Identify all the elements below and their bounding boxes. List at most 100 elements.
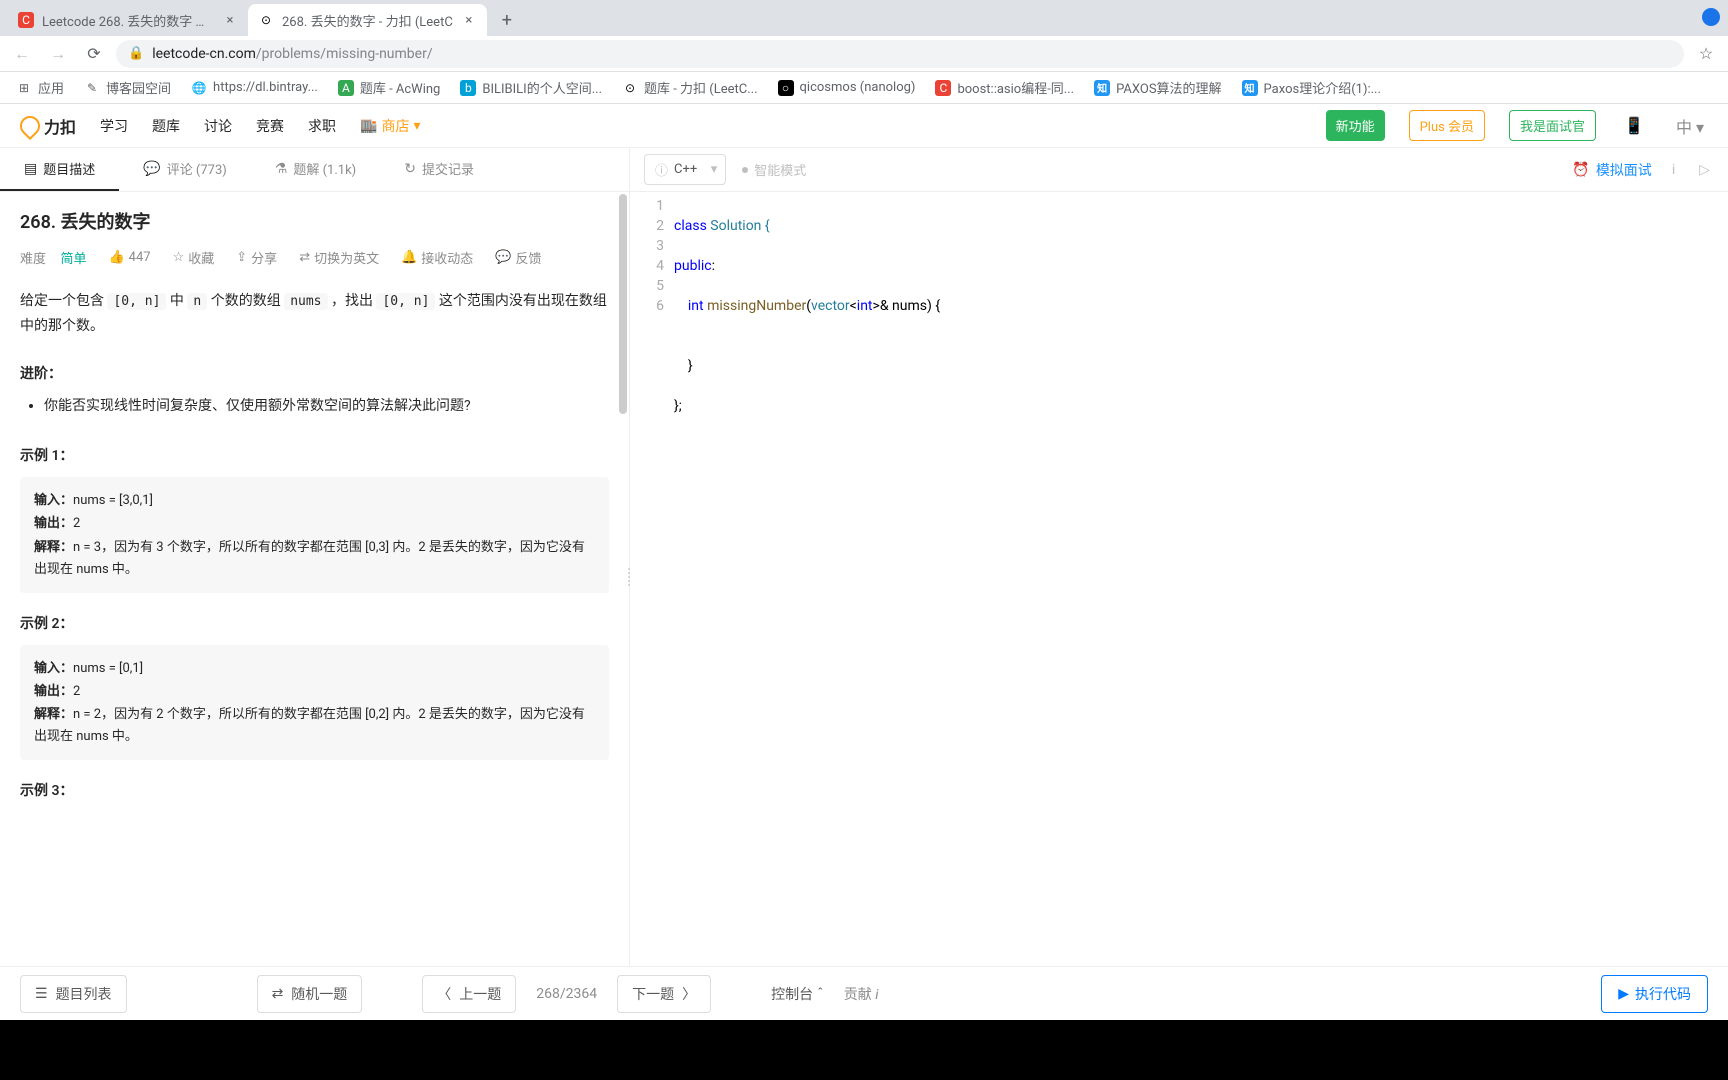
problem-pane: ▤题目描述 💬评论 (773) ⚗题解 (1.1k) ↻提交记录 268. 丢失… xyxy=(0,148,630,966)
new-feature-badge[interactable]: 新功能 xyxy=(1326,110,1385,141)
url-path: /problems/missing-number/ xyxy=(256,46,433,62)
play-icon[interactable]: ▷ xyxy=(1695,158,1714,182)
example-block: 输入：nums = [0,1] 输出：2 解释：n = 2，因为有 2 个数字，… xyxy=(20,645,609,760)
difficulty: 难度 简单 xyxy=(20,248,86,267)
console-toggle[interactable]: 控制台 ˆ xyxy=(771,984,824,1004)
thumbs-up-icon: 👍 xyxy=(108,250,124,265)
site-icon: ⊙ xyxy=(622,80,638,96)
scrollbar[interactable] xyxy=(619,194,627,414)
random-button[interactable]: ⇄随机一题 xyxy=(257,975,363,1013)
info-icon: i xyxy=(875,987,878,1003)
problem-tabs: ▤题目描述 💬评论 (773) ⚗题解 (1.1k) ↻提交记录 xyxy=(0,148,629,192)
back-button[interactable]: ← xyxy=(8,40,36,68)
tab-description[interactable]: ▤题目描述 xyxy=(0,148,119,191)
nav-contest[interactable]: 竞赛 xyxy=(256,116,284,136)
play-icon: ▶ xyxy=(1618,986,1629,1002)
shuffle-icon: ⇄ xyxy=(272,986,284,1002)
tab-title: 268. 丢失的数字 - 力扣 (LeetC xyxy=(282,11,453,30)
editor-pane: ⓘC++ 智能模式 ⏰模拟面试 i ▷ 1 2 3 4 5 6 class So… xyxy=(630,148,1728,966)
info-icon[interactable]: i xyxy=(1668,158,1679,182)
browser-tab[interactable]: ⊙ 268. 丢失的数字 - 力扣 (LeetC × xyxy=(248,4,487,36)
bookmark-item[interactable]: ✎博客园空间 xyxy=(76,74,179,101)
comment-icon: 💬 xyxy=(143,161,160,177)
apps-button[interactable]: ⊞应用 xyxy=(8,74,72,101)
star-icon: ☆ xyxy=(173,250,185,265)
smart-mode-toggle[interactable]: 智能模式 xyxy=(742,160,806,179)
logo-icon xyxy=(16,111,44,139)
phone-icon[interactable]: 📱 xyxy=(1620,112,1648,139)
close-icon[interactable]: × xyxy=(461,13,477,28)
site-icon: A xyxy=(338,80,354,96)
bookmark-item[interactable]: 知PAXOS算法的理解 xyxy=(1086,74,1229,101)
tab-solutions[interactable]: ⚗题解 (1.1k) xyxy=(251,148,380,191)
problem-list-button[interactable]: ☰题目列表 xyxy=(20,975,127,1013)
share-button[interactable]: ⇪分享 xyxy=(236,248,277,267)
footer-strip xyxy=(0,1020,1728,1080)
bookmark-item[interactable]: bBILIBILI的个人空间... xyxy=(452,74,610,101)
forward-button[interactable]: → xyxy=(44,40,72,68)
blog-icon: ✎ xyxy=(84,80,100,96)
globe-icon: 🌐 xyxy=(191,80,207,96)
notify-button[interactable]: 🔔接收动态 xyxy=(401,248,473,267)
nav-discuss[interactable]: 讨论 xyxy=(204,116,232,136)
url-input[interactable]: 🔒 leetcode-cn.com/problems/missing-numbe… xyxy=(116,40,1684,68)
doc-icon: ▤ xyxy=(24,161,37,177)
browser-tab[interactable]: C Leetcode 268. 丢失的数字 异或 × xyxy=(8,4,248,36)
example-heading: 示例 1： xyxy=(20,445,609,465)
site-header: 力扣 学习 题库 讨论 竞赛 求职 🏬商店▾ 新功能 Plus 会员 我是面试官… xyxy=(0,104,1728,148)
bookmark-item[interactable]: 知Paxos理论介绍(1):... xyxy=(1234,74,1389,101)
chevron-right-icon: 〉 xyxy=(682,984,696,1004)
browser-tab-strip: C Leetcode 268. 丢失的数字 异或 × ⊙ 268. 丢失的数字 … xyxy=(0,0,1728,36)
bookmark-item[interactable]: ○qicosmos (nanolog) xyxy=(770,76,924,100)
mock-interview-button[interactable]: ⏰模拟面试 xyxy=(1572,160,1651,180)
problem-content: 268. 丢失的数字 难度 简单 👍447 ☆收藏 ⇪分享 ⇄切换为英文 🔔接收… xyxy=(0,192,629,966)
new-tab-button[interactable]: + xyxy=(493,6,521,34)
nav-jobs[interactable]: 求职 xyxy=(308,116,336,136)
favicon: ⊙ xyxy=(258,12,274,28)
bookmark-item[interactable]: Cboost::asio编程-同... xyxy=(927,74,1082,101)
bookmark-item[interactable]: A题库 - AcWing xyxy=(330,74,449,101)
interviewer-button[interactable]: 我是面试官 xyxy=(1509,110,1596,141)
favorite-button[interactable]: ☆收藏 xyxy=(173,248,215,267)
tab-title: Leetcode 268. 丢失的数字 异或 xyxy=(42,11,214,30)
logo[interactable]: 力扣 xyxy=(20,114,76,138)
like-button[interactable]: 👍447 xyxy=(108,250,150,265)
tab-comments[interactable]: 💬评论 (773) xyxy=(119,148,251,191)
next-button[interactable]: 下一题〉 xyxy=(617,975,711,1013)
nav-problems[interactable]: 题库 xyxy=(152,116,180,136)
contribute-link[interactable]: 贡献 i xyxy=(844,984,879,1004)
language-toggle[interactable]: 中 ▾ xyxy=(1672,110,1708,142)
site-icon: b xyxy=(460,80,476,96)
profile-avatar[interactable] xyxy=(1702,8,1720,26)
star-icon[interactable]: ☆ xyxy=(1692,40,1720,68)
main-split: ▤题目描述 💬评论 (773) ⚗题解 (1.1k) ↻提交记录 268. 丢失… xyxy=(0,148,1728,966)
chevron-up-icon: ˆ xyxy=(817,986,824,1002)
run-code-button[interactable]: ▶执行代码 xyxy=(1601,975,1708,1013)
plus-member-button[interactable]: Plus 会员 xyxy=(1409,110,1485,141)
reload-button[interactable]: ⟳ xyxy=(80,40,108,68)
bookmark-bar: ⊞应用 ✎博客园空间 🌐https://dl.bintray... A题库 - … xyxy=(0,72,1728,104)
switch-lang-button[interactable]: ⇄切换为英文 xyxy=(299,248,379,267)
info-icon: ⓘ xyxy=(655,160,668,179)
line-gutter: 1 2 3 4 5 6 xyxy=(630,196,674,966)
nav-shop[interactable]: 🏬商店▾ xyxy=(360,116,420,136)
code-area[interactable]: class Solution { public: int missingNumb… xyxy=(674,196,1728,966)
bookmark-item[interactable]: ⊙题库 - 力扣 (LeetC... xyxy=(614,74,766,101)
problem-meta: 难度 简单 👍447 ☆收藏 ⇪分享 ⇄切换为英文 🔔接收动态 💬反馈 xyxy=(20,248,609,267)
nav-study[interactable]: 学习 xyxy=(100,116,128,136)
tab-submissions[interactable]: ↻提交记录 xyxy=(380,148,498,191)
swap-icon: ⇄ xyxy=(299,250,310,265)
feedback-button[interactable]: 💬反馈 xyxy=(495,248,541,267)
code-editor[interactable]: 1 2 3 4 5 6 class Solution { public: int… xyxy=(630,192,1728,966)
prev-button[interactable]: 〈上一题 xyxy=(422,975,516,1013)
url-host: leetcode-cn.com xyxy=(152,46,256,62)
site-icon: C xyxy=(935,80,951,96)
example-heading: 示例 3： xyxy=(20,780,609,800)
shop-icon: 🏬 xyxy=(360,118,377,134)
share-icon: ⇪ xyxy=(236,250,247,265)
language-select[interactable]: ⓘC++ xyxy=(644,154,726,185)
bell-icon: 🔔 xyxy=(401,250,417,265)
bookmark-item[interactable]: 🌐https://dl.bintray... xyxy=(183,76,326,100)
split-drag-handle[interactable] xyxy=(626,557,632,597)
close-icon[interactable]: × xyxy=(222,13,238,28)
